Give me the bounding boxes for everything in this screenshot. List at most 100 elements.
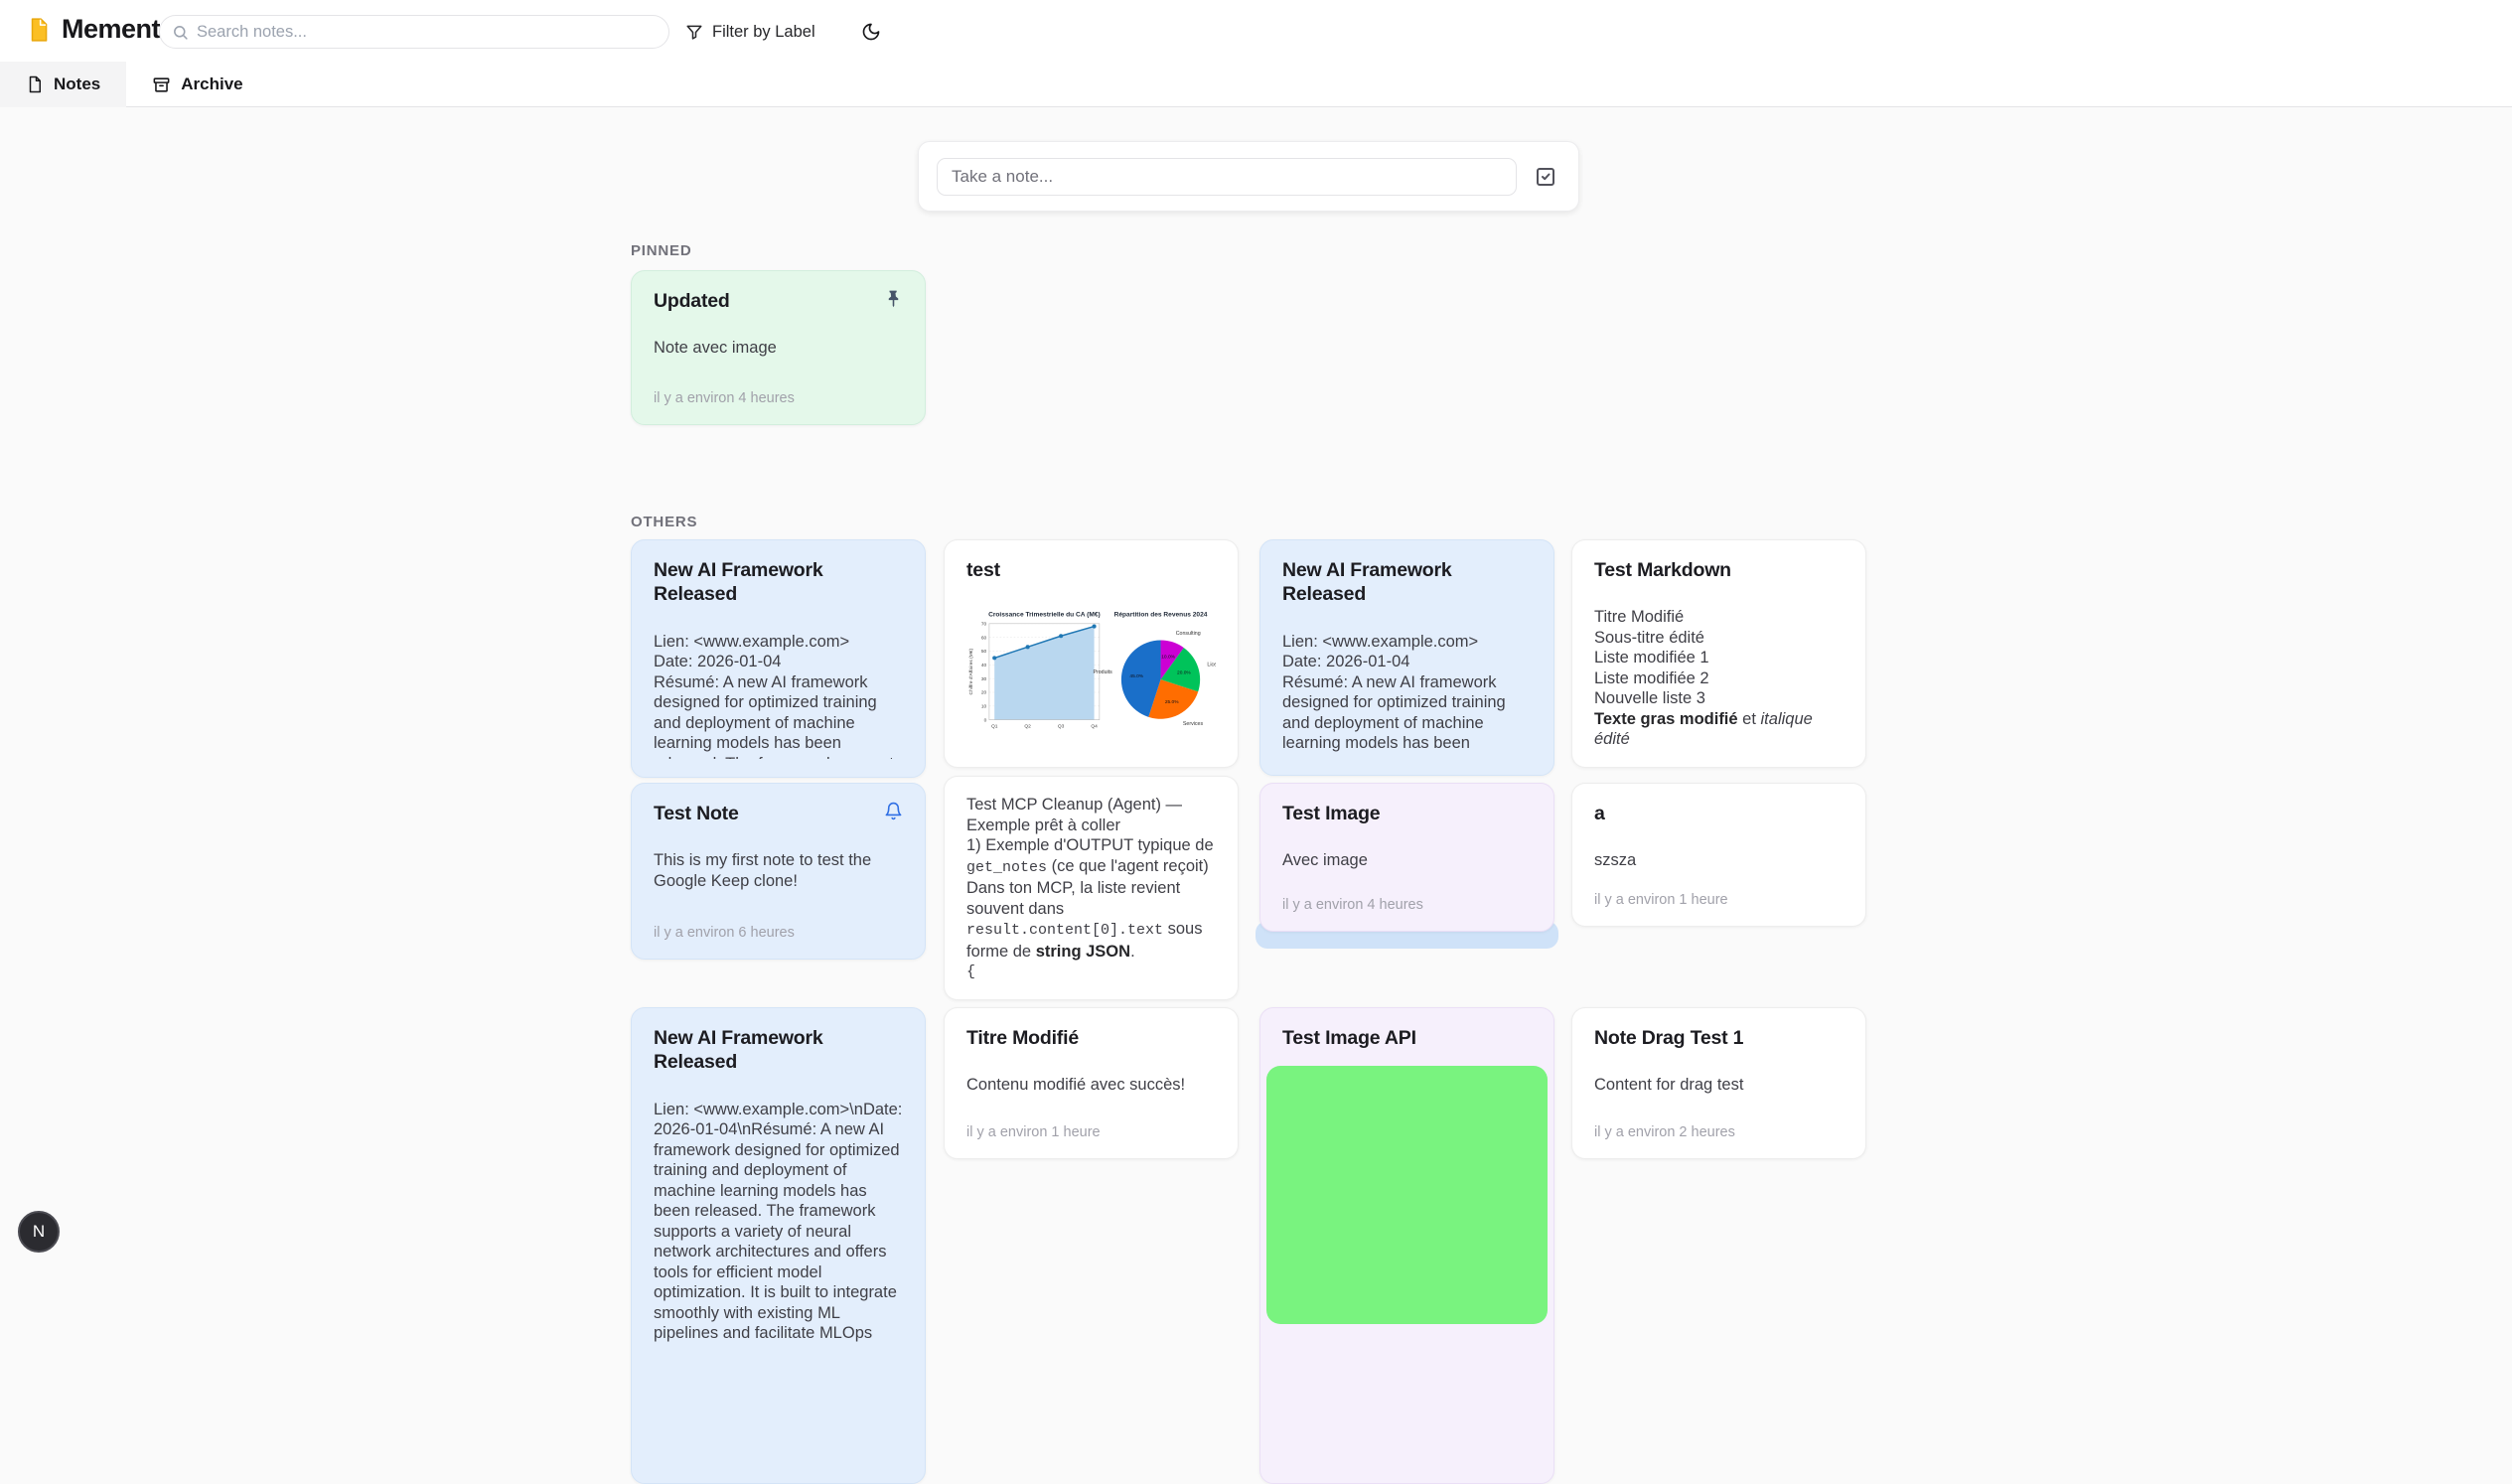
svg-text:45.0%: 45.0%	[1129, 673, 1143, 679]
take-a-note-input[interactable]	[937, 158, 1517, 196]
svg-text:Q3: Q3	[1058, 724, 1065, 730]
tab-notes[interactable]: Notes	[0, 62, 126, 107]
note-body: Lien: <www.example.com> Date: 2026-01-04…	[654, 632, 903, 759]
tab-notes-label: Notes	[54, 74, 100, 94]
memento-file-icon	[26, 17, 52, 43]
search-input[interactable]	[197, 23, 657, 42]
note-card-titre-modifie[interactable]: Titre Modifié Contenu modifié avec succè…	[944, 1007, 1239, 1159]
svg-text:25.0%: 25.0%	[1165, 699, 1179, 705]
svg-text:Q1: Q1	[991, 724, 998, 730]
svg-text:40: 40	[981, 663, 987, 668]
note-title: Test Note	[654, 802, 739, 825]
note-card-test-image-api[interactable]: Test Image API	[1259, 1007, 1554, 1484]
archive-icon	[152, 75, 171, 94]
svg-text:20.0%: 20.0%	[1177, 670, 1191, 676]
pinned-section-label: PINNED	[631, 242, 691, 259]
check-square-icon	[1534, 165, 1557, 189]
note-card-test-markdown[interactable]: Test Markdown Titre Modifié Sous-titre é…	[1571, 539, 1866, 768]
note-body: Avec image	[1282, 850, 1532, 871]
svg-text:20: 20	[981, 690, 987, 696]
note-body: Test MCP Cleanup (Agent) — Exemple prêt …	[966, 795, 1216, 981]
svg-text:Croissance Trimestrielle du CA: Croissance Trimestrielle du CA (M€)	[988, 612, 1101, 619]
notes-grid: New AI Framework Released Lien: <www.exa…	[631, 539, 1866, 1268]
reminder-button[interactable]	[884, 802, 903, 820]
svg-text:10.0%: 10.0%	[1161, 655, 1175, 661]
note-body: Lien: <www.example.com> Date: 2026-01-04…	[1282, 632, 1532, 757]
note-title: Updated	[654, 289, 730, 313]
note-card-ai-framework-2[interactable]: New AI Framework Released Lien: <www.exa…	[1259, 539, 1554, 776]
note-body: Content for drag test	[1594, 1075, 1844, 1096]
svg-text:Produits: Produits	[1093, 670, 1112, 676]
note-title: Test Markdown	[1594, 558, 1844, 582]
note-card-test-image[interactable]: Test Image Avec image il y a environ 4 h…	[1259, 783, 1554, 932]
filter-by-label-text: Filter by Label	[712, 23, 815, 42]
note-card-ai-framework-1[interactable]: New AI Framework Released Lien: <www.exa…	[631, 539, 926, 778]
filter-by-label-button[interactable]: Filter by Label	[685, 15, 815, 49]
charts-svg: Croissance Trimestrielle du CA (M€) 0 10 20…	[966, 598, 1216, 749]
svg-text:70: 70	[981, 622, 987, 628]
note-card-mcp-cleanup[interactable]: Test MCP Cleanup (Agent) — Exemple prêt …	[944, 776, 1239, 1000]
note-body: szsza	[1594, 850, 1844, 871]
tab-archive-label: Archive	[181, 74, 242, 94]
svg-text:10: 10	[981, 704, 987, 710]
note-timestamp: il y a environ 4 heures	[654, 376, 903, 406]
note-title: Test Image API	[1282, 1026, 1532, 1050]
note-title: New AI Framework Released	[1282, 558, 1532, 607]
notes-file-icon	[26, 75, 44, 93]
note-card-updated[interactable]: Updated Note avec image il y a environ 4…	[631, 270, 926, 425]
svg-text:50: 50	[981, 650, 987, 656]
others-section-label: OTHERS	[631, 514, 697, 530]
svg-text:0: 0	[984, 718, 987, 724]
svg-text:60: 60	[981, 636, 987, 642]
bell-icon	[884, 802, 903, 820]
svg-text:Répartition des Revenus 2024: Répartition des Revenus 2024	[1114, 612, 1208, 619]
note-title: Note Drag Test 1	[1594, 1026, 1844, 1050]
svg-text:Q4: Q4	[1091, 724, 1098, 730]
note-composer[interactable]	[918, 141, 1579, 212]
note-image-green	[1266, 1066, 1548, 1324]
search-icon	[172, 24, 189, 41]
note-title: a	[1594, 802, 1844, 825]
code-block: { "jsonrpc": "2.0", "id": 4,…	[966, 962, 1216, 981]
note-timestamp: il y a environ 2 heures	[1594, 1111, 1844, 1140]
new-checklist-button[interactable]	[1531, 162, 1560, 192]
note-title: Test Image	[1282, 802, 1532, 825]
svg-text:Chiffre d'Affaires (M€): Chiffre d'Affaires (M€)	[968, 649, 974, 695]
filter-funnel-icon	[685, 23, 703, 41]
avatar-initial: N	[33, 1222, 45, 1242]
app-logo: Memento	[26, 14, 176, 45]
note-timestamp: il y a environ 1 heure	[1594, 878, 1844, 908]
app-header: Memento Filter by Label	[0, 0, 2512, 62]
note-title: New AI Framework Released	[654, 558, 903, 607]
tab-bar: Notes Archive	[0, 62, 2512, 107]
note-chart-image: Croissance Trimestrielle du CA (M€) 0 10 20…	[966, 598, 1216, 749]
user-avatar[interactable]: N	[18, 1211, 60, 1253]
search-box[interactable]	[159, 15, 669, 49]
note-card-drag-test[interactable]: Note Drag Test 1 Content for drag test i…	[1571, 1007, 1866, 1159]
note-timestamp: il y a environ 6 heures	[654, 911, 903, 941]
note-body: Note avec image	[654, 338, 903, 359]
svg-text:Licences: Licences	[1207, 663, 1216, 668]
note-title: New AI Framework Released	[654, 1026, 903, 1075]
note-body: This is my first note to test the Google…	[654, 850, 903, 891]
note-body: Titre Modifié Sous-titre édité Liste mod…	[1594, 607, 1844, 749]
pin-button[interactable]	[884, 289, 903, 308]
note-timestamp: il y a environ 1 heure	[966, 1111, 1216, 1140]
note-timestamp: il y a environ 4 heures	[1282, 883, 1532, 913]
note-card-ai-framework-3[interactable]: New AI Framework Released Lien: <www.exa…	[631, 1007, 926, 1484]
note-body: Lien: <www.example.com>\nDate: 2026-01-0…	[654, 1100, 903, 1465]
dark-mode-toggle[interactable]	[856, 17, 886, 47]
note-card-test-note[interactable]: Test Note This is my first note to test …	[631, 783, 926, 960]
svg-text:Q2: Q2	[1024, 724, 1031, 730]
pin-icon	[884, 289, 903, 308]
note-title: test	[966, 558, 1216, 582]
svg-text:Services: Services	[1183, 721, 1204, 727]
note-body: Contenu modifié avec succès!	[966, 1075, 1216, 1096]
moon-icon	[861, 22, 881, 42]
note-card-a[interactable]: a szsza il y a environ 1 heure	[1571, 783, 1866, 927]
note-title: Titre Modifié	[966, 1026, 1216, 1050]
svg-text:Consulting: Consulting	[1176, 631, 1201, 637]
svg-text:30: 30	[981, 676, 987, 682]
note-card-test-charts[interactable]: test Croissance Trimestrielle du CA (M€)…	[944, 539, 1239, 768]
tab-archive[interactable]: Archive	[126, 62, 268, 107]
